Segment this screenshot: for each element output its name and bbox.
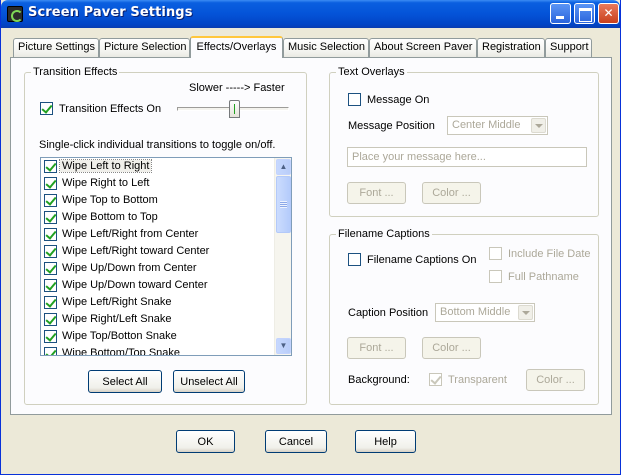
minimize-button[interactable]: [550, 3, 571, 24]
scroll-down-icon[interactable]: ▼: [276, 338, 291, 354]
list-item[interactable]: Wipe Left/Right from Center: [41, 226, 291, 243]
close-button[interactable]: ✕: [598, 3, 619, 24]
title-bar[interactable]: Screen Paver Settings ✕: [1, 0, 620, 28]
full-pathname-checkbox[interactable]: [489, 270, 502, 283]
filename-captions-group-label: Filename Captions: [336, 228, 432, 240]
item-checkbox[interactable]: [44, 177, 57, 190]
filename-captions-on-checkbox[interactable]: [348, 253, 361, 266]
effects-overlays-panel: Transition Effects Slower -----> Faster …: [10, 57, 612, 415]
scroll-thumb[interactable]: [276, 176, 291, 233]
list-item[interactable]: Wipe Up/Down from Center: [41, 260, 291, 277]
scroll-up-icon[interactable]: ▲: [276, 159, 291, 175]
list-item[interactable]: Wipe Top to Bottom: [41, 192, 291, 209]
tab-support[interactable]: Support: [545, 38, 592, 57]
chevron-down-icon[interactable]: [518, 305, 533, 320]
tab-registration[interactable]: Registration: [477, 38, 545, 57]
maximize-button[interactable]: [574, 3, 595, 24]
speed-slider-thumb[interactable]: [229, 100, 240, 118]
transition-effects-group-label: Transition Effects: [31, 66, 120, 78]
list-item[interactable]: Wipe Bottom/Top Snake: [41, 345, 291, 355]
transitions-list[interactable]: Wipe Left to Right Wipe Right to Left Wi…: [40, 157, 292, 356]
message-on-label[interactable]: Message On: [367, 94, 429, 106]
item-checkbox[interactable]: [44, 262, 57, 275]
message-color-button[interactable]: Color ...: [422, 182, 481, 204]
list-item[interactable]: Wipe Left to Right: [41, 158, 291, 175]
cancel-button[interactable]: Cancel: [265, 430, 327, 453]
full-pathname-label[interactable]: Full Pathname: [508, 271, 579, 283]
list-item[interactable]: Wipe Up/Down toward Center: [41, 277, 291, 294]
item-checkbox[interactable]: [44, 279, 57, 292]
select-all-button[interactable]: Select All: [88, 370, 162, 393]
message-on-checkbox[interactable]: [348, 93, 361, 106]
window-title: Screen Paver Settings: [28, 5, 193, 20]
tab-about-screen-paver[interactable]: About Screen Paver: [369, 38, 477, 57]
item-checkbox[interactable]: [44, 160, 57, 173]
item-checkbox[interactable]: [44, 296, 57, 309]
list-scrollbar[interactable]: ▲ ▼: [274, 158, 291, 355]
tab-effects-overlays[interactable]: Effects/Overlays: [190, 36, 283, 58]
list-item[interactable]: Wipe Right to Left: [41, 175, 291, 192]
caption-position-value: Bottom Middle: [440, 306, 511, 318]
unselect-all-button[interactable]: Unselect All: [173, 370, 245, 393]
transition-effects-on-checkbox[interactable]: [40, 102, 53, 115]
item-checkbox[interactable]: [44, 194, 57, 207]
transition-effects-group: Transition Effects Slower -----> Faster …: [24, 66, 307, 405]
chevron-down-icon[interactable]: [531, 118, 546, 133]
item-checkbox[interactable]: [44, 228, 57, 241]
caption-font-button[interactable]: Font ...: [347, 337, 406, 359]
item-checkbox[interactable]: [44, 211, 57, 224]
text-overlays-group: Text Overlays Message On Message Positio…: [329, 66, 599, 217]
background-color-button[interactable]: Color ...: [526, 369, 585, 391]
item-checkbox[interactable]: [44, 330, 57, 343]
list-item[interactable]: Wipe Bottom to Top: [41, 209, 291, 226]
background-label: Background:: [348, 374, 410, 386]
help-button[interactable]: Help: [355, 430, 416, 453]
app-icon[interactable]: [7, 6, 23, 22]
include-file-date-checkbox[interactable]: [489, 247, 502, 260]
tab-picture-selection[interactable]: Picture Selection: [99, 38, 190, 57]
transition-effects-on-label[interactable]: Transition Effects On: [59, 103, 161, 115]
list-item[interactable]: Wipe Right/Left Snake: [41, 311, 291, 328]
tab-picture-settings[interactable]: Picture Settings: [13, 38, 99, 57]
message-position-label: Message Position: [348, 120, 435, 132]
speed-label: Slower -----> Faster: [189, 82, 285, 94]
filename-captions-group: Filename Captions Filename Captions On I…: [329, 228, 599, 405]
transparent-label[interactable]: Transparent: [448, 374, 507, 386]
tab-strip: Picture Settings Picture Selection Effec…: [1, 36, 621, 58]
filename-captions-on-label[interactable]: Filename Captions On: [367, 254, 476, 266]
message-position-select[interactable]: Center Middle: [447, 116, 548, 135]
caption-position-select[interactable]: Bottom Middle: [435, 303, 535, 322]
transitions-instructions: Single-click individual transitions to t…: [39, 139, 276, 151]
message-font-button[interactable]: Font ...: [347, 182, 406, 204]
tab-music-selection[interactable]: Music Selection: [283, 38, 369, 57]
item-checkbox[interactable]: [44, 245, 57, 258]
transparent-checkbox[interactable]: [429, 373, 442, 386]
list-item[interactable]: Wipe Left/Right toward Center: [41, 243, 291, 260]
ok-button[interactable]: OK: [176, 430, 235, 453]
caption-color-button[interactable]: Color ...: [422, 337, 481, 359]
settings-window: Screen Paver Settings ✕ Picture Settings…: [0, 0, 621, 475]
message-input[interactable]: Place your message here...: [347, 147, 587, 167]
text-overlays-group-label: Text Overlays: [336, 66, 407, 78]
include-file-date-label[interactable]: Include File Date: [508, 248, 591, 260]
caption-position-label: Caption Position: [348, 307, 429, 319]
list-item[interactable]: Wipe Left/Right Snake: [41, 294, 291, 311]
item-checkbox[interactable]: [44, 313, 57, 326]
item-checkbox[interactable]: [44, 347, 57, 355]
list-item[interactable]: Wipe Top/Botton Snake: [41, 328, 291, 345]
message-position-value: Center Middle: [452, 119, 521, 131]
